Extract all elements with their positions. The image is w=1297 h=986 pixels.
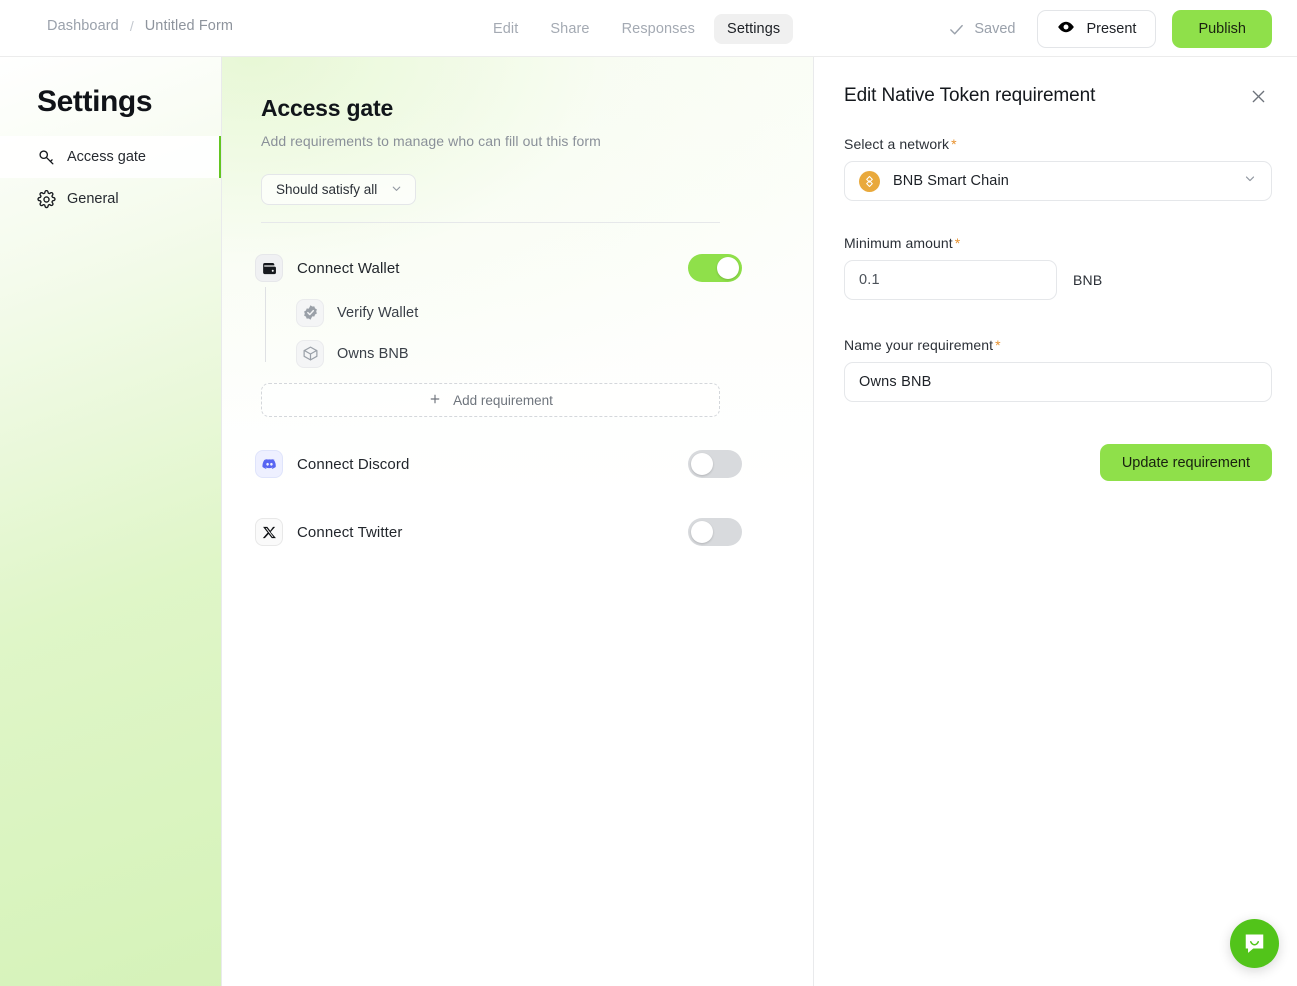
close-icon[interactable] <box>1247 85 1270 108</box>
sidebar-title: Settings <box>37 85 153 118</box>
panel-title: Edit Native Token requirement <box>844 85 1096 106</box>
sidebar-item-access-gate[interactable]: Access gate <box>0 136 221 178</box>
tab-share[interactable]: Share <box>537 14 602 44</box>
sidebar-item-label: General <box>67 191 119 207</box>
chevron-down-icon <box>390 182 403 198</box>
panel-actions: Update requirement <box>844 444 1272 481</box>
toggle-knob <box>691 453 713 475</box>
toggle-connect-discord[interactable] <box>688 450 742 478</box>
requirement-row-connect-twitter[interactable]: Connect Twitter <box>255 513 753 551</box>
network-field-label: Select a network * <box>844 136 1272 152</box>
tab-responses[interactable]: Responses <box>609 14 708 44</box>
publish-button[interactable]: Publish <box>1172 10 1272 48</box>
required-marker: * <box>951 136 957 152</box>
requirement-name-label-text: Name your requirement <box>844 337 994 353</box>
satisfy-mode-select[interactable]: Should satisfy all <box>261 174 417 205</box>
amount-field-label: Minimum amount * <box>844 235 1272 251</box>
page-header: Access gate Add requirements to manage w… <box>261 95 601 149</box>
amount-unit-label: BNB <box>1073 272 1103 288</box>
breadcrumb-form-name[interactable]: Untitled Form <box>145 18 233 34</box>
toggle-connect-twitter[interactable] <box>688 518 742 546</box>
add-requirement-button[interactable]: Add requirement <box>261 383 720 417</box>
main-content: Access gate Add requirements to manage w… <box>222 57 814 986</box>
saved-label: Saved <box>974 21 1016 37</box>
plus-icon <box>428 392 442 409</box>
top-bar-actions: Saved Present Publish <box>948 10 1272 48</box>
edit-requirement-panel: Edit Native Token requirement Select a n… <box>815 57 1297 986</box>
tab-edit[interactable]: Edit <box>480 14 531 44</box>
requirement-row-connect-discord[interactable]: Connect Discord <box>255 445 753 483</box>
amount-row: BNB <box>844 260 1272 300</box>
sidebar-item-general[interactable]: General <box>0 178 221 220</box>
update-requirement-button[interactable]: Update requirement <box>1099 444 1272 481</box>
verified-badge-icon <box>296 298 324 327</box>
requirement-label: Connect Twitter <box>297 523 403 541</box>
discord-icon <box>255 450 283 478</box>
present-label: Present <box>1086 21 1137 37</box>
network-field: Select a network * BNB Smart Chain <box>844 136 1272 201</box>
cube-icon <box>296 339 324 368</box>
breadcrumb: Dashboard / Untitled Form <box>47 18 233 34</box>
requirement-row-connect-wallet[interactable]: Connect Wallet <box>255 249 753 287</box>
requirement-label: Connect Discord <box>297 455 410 473</box>
network-label-text: Select a network <box>844 136 950 152</box>
required-marker: * <box>995 337 1001 353</box>
add-requirement-label: Add requirement <box>453 392 553 408</box>
chat-bubble-icon[interactable] <box>1230 919 1279 968</box>
gear-icon <box>37 189 56 209</box>
settings-sidebar: Settings Access gate General <box>0 57 222 986</box>
wallet-sub-requirements: Verify Wallet Owns BNB <box>265 287 753 374</box>
check-icon <box>948 21 965 38</box>
amount-field: Minimum amount* BNB <box>844 235 1272 300</box>
network-select-value: BNB Smart Chain <box>893 173 1009 189</box>
saved-status: Saved <box>948 21 1015 38</box>
sub-requirement-label: Verify Wallet <box>337 304 419 321</box>
requirement-group-twitter: Connect Twitter <box>255 513 753 551</box>
chevron-down-icon <box>1243 172 1257 191</box>
tab-settings[interactable]: Settings <box>714 14 794 44</box>
requirement-group-wallet: Connect Wallet Verify Wallet Owns BNB Ad… <box>255 249 753 417</box>
wallet-icon <box>255 254 283 282</box>
key-icon <box>37 148 56 167</box>
app-root: Dashboard / Untitled Form Edit Share Res… <box>0 0 1297 986</box>
eye-icon <box>1057 18 1075 40</box>
panel-header: Edit Native Token requirement <box>844 85 1270 108</box>
section-divider <box>261 222 720 223</box>
present-button[interactable]: Present <box>1037 10 1157 48</box>
sub-requirement-owns-bnb[interactable]: Owns BNB <box>296 333 753 374</box>
top-bar: Dashboard / Untitled Form Edit Share Res… <box>0 0 1297 57</box>
page-title: Access gate <box>261 95 394 121</box>
required-marker: * <box>954 235 961 251</box>
toggle-knob <box>717 257 739 279</box>
toggle-knob <box>691 521 713 543</box>
requirement-group-discord: Connect Discord <box>255 445 753 483</box>
page-subtitle: Add requirements to manage who can fill … <box>261 133 601 149</box>
breadcrumb-separator: / <box>129 18 134 34</box>
amount-label-text: Minimum amount <box>844 235 953 251</box>
nav-tabs: Edit Share Responses Settings <box>480 14 794 44</box>
bnb-icon <box>859 170 880 192</box>
requirement-label: Connect Wallet <box>297 259 400 277</box>
twitter-x-icon <box>255 518 283 546</box>
requirement-name-label: Name your requirement * <box>844 337 1272 353</box>
sidebar-items: Access gate General <box>0 136 221 220</box>
network-select[interactable]: BNB Smart Chain <box>844 161 1272 201</box>
sub-requirement-label: Owns BNB <box>337 345 409 362</box>
sidebar-item-label: Access gate <box>67 149 146 165</box>
minimum-amount-input[interactable] <box>844 260 1057 300</box>
requirement-name-field: Name your requirement * <box>844 337 1272 402</box>
requirement-name-input[interactable] <box>844 362 1272 402</box>
toggle-connect-wallet[interactable] <box>688 254 742 282</box>
breadcrumb-dashboard[interactable]: Dashboard <box>47 18 119 34</box>
satisfy-mode-value: Should satisfy all <box>276 182 378 197</box>
sub-requirement-verify-wallet[interactable]: Verify Wallet <box>296 292 753 333</box>
